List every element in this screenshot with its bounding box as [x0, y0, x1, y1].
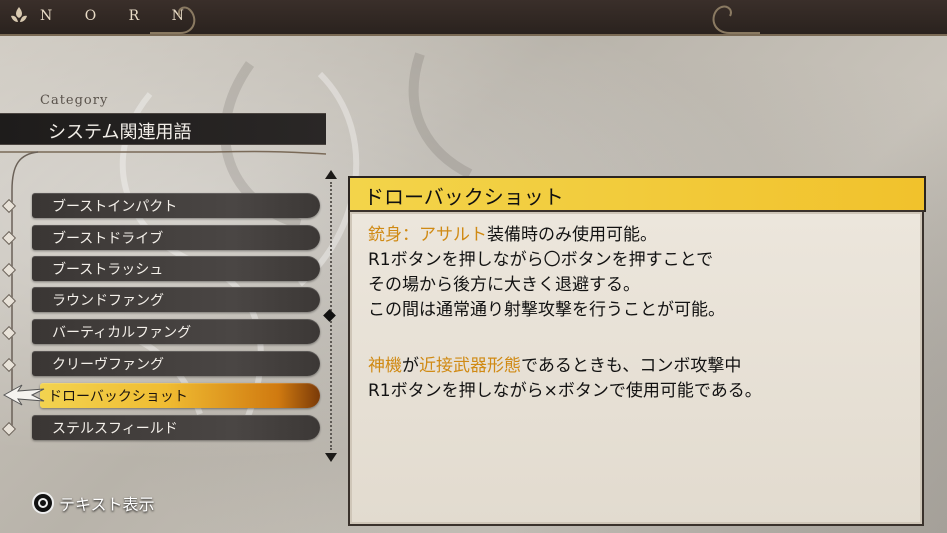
scroll-up-arrow-icon[interactable]: [325, 170, 337, 179]
category-title: システム関連用語: [48, 122, 192, 143]
detail-line-2: R1ボタンを押しながら〇ボタンを押すことで: [368, 250, 714, 270]
category-label: Category: [40, 93, 109, 108]
list-item[interactable]: ブーストドライブ: [32, 225, 320, 250]
detail-line-3: その場から後方に大きく退避する。: [368, 275, 640, 295]
detail-text: が: [402, 356, 419, 376]
category-underline-ornament: [0, 150, 326, 155]
list-item[interactable]: ブーストインパクト: [32, 193, 320, 218]
selection-wing-cursor-icon: [2, 384, 45, 406]
circle-button-icon: [32, 492, 54, 514]
detail-line-7: R1ボタンを押しながら×ボタンで使用可能である。: [368, 381, 762, 401]
list-item-label: バーティカルファング: [52, 325, 192, 341]
scroll-down-arrow-icon[interactable]: [325, 453, 337, 462]
list-item[interactable]: ステルスフィールド: [32, 415, 320, 440]
list-item-label: ブーストインパクト: [52, 199, 178, 215]
detail-text-panel: 銃身：アサルト装備時のみ使用可能。 R1ボタンを押しながら〇ボタンを押すことで …: [348, 210, 924, 526]
list-item-label: クリーヴファング: [52, 357, 164, 373]
detail-text: であるときも、コンボ攻撃中: [521, 356, 742, 376]
ornament-curl-icon: [150, 6, 196, 34]
list-scrollbar[interactable]: [322, 170, 340, 462]
ornament-curl-right-icon: [712, 5, 760, 34]
list-item-label: ラウンドファング: [52, 293, 164, 309]
highlight-term: 銃身：アサルト: [368, 225, 487, 245]
list-item[interactable]: バーティカルファング: [32, 319, 320, 344]
detail-line-1: 銃身：アサルト装備時のみ使用可能。: [368, 220, 657, 245]
list-item-label: ステルスフィールド: [52, 421, 178, 437]
detail-text: 装備時のみ使用可能。: [487, 225, 657, 245]
highlight-term: 神機: [368, 356, 402, 376]
detail-title-bar: ドローバックショット: [348, 176, 926, 212]
detail-line-6: 神機が近接武器形態であるときも、コンボ攻撃中: [368, 351, 741, 376]
highlight-term: 近接武器形態: [419, 356, 521, 376]
detail-line-4: この間は通常通り射撃攻撃を行うことが可能。: [368, 300, 725, 320]
list-item-label: ドローバックショット: [48, 389, 188, 405]
list-item[interactable]: ブーストラッシュ: [32, 256, 320, 281]
button-hint-label: テキスト表示: [59, 495, 155, 514]
list-item-label: ブーストドライブ: [52, 231, 164, 247]
scroll-thumb[interactable]: [323, 309, 336, 322]
list-item[interactable]: クリーヴファング: [32, 351, 320, 376]
norn-logo-icon: [11, 7, 27, 22]
list-item-selected[interactable]: ドローバックショット: [40, 383, 320, 408]
top-bar: N O R N: [0, 0, 947, 36]
list-item-label: ブーストラッシュ: [52, 262, 164, 278]
category-title-bar: システム関連用語: [0, 113, 326, 145]
detail-title: ドローバックショット: [364, 185, 564, 209]
list-item[interactable]: ラウンドファング: [32, 287, 320, 312]
